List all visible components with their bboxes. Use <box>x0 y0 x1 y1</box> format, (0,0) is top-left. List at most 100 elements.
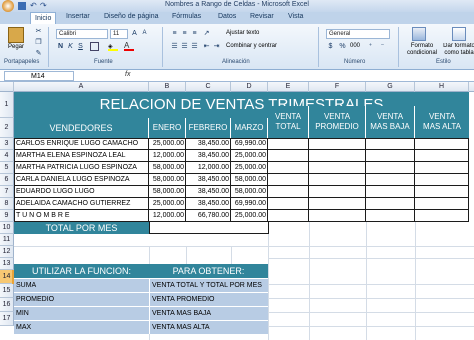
header-venta-baja[interactable]: VENTA MAS BAJA <box>366 106 415 138</box>
bold-button[interactable]: N <box>56 42 65 51</box>
paste-icon[interactable] <box>8 27 24 43</box>
format-painter-icon[interactable]: ✎ <box>34 49 43 58</box>
tab-diseno-pagina[interactable]: Diseño de página <box>104 13 159 20</box>
column-header-b[interactable]: B <box>149 82 186 92</box>
sales-feb[interactable]: 38,450.00 <box>186 138 231 150</box>
sales-mar[interactable]: 25,000.00 <box>231 150 268 162</box>
result-cell[interactable] <box>415 174 469 186</box>
sales-feb[interactable]: 38,450.00 <box>186 186 231 198</box>
column-header-h[interactable]: H <box>415 82 469 92</box>
vendor-name[interactable]: MARTHA ELENA ESPINOZA LEAL <box>14 150 149 162</box>
undo-icon[interactable]: ↶ <box>30 1 37 10</box>
borders-icon[interactable] <box>90 42 99 51</box>
result-cell[interactable] <box>415 162 469 174</box>
formula-input[interactable] <box>138 71 472 81</box>
util-label[interactable]: UTILIZAR LA FUNCION: <box>14 264 149 278</box>
sales-ene[interactable]: 58,000.00 <box>149 162 186 174</box>
align-bottom-icon[interactable]: ≡ <box>190 29 199 38</box>
row-header-4[interactable]: 4 <box>0 150 14 162</box>
sales-mar[interactable]: 69,990.00 <box>231 198 268 210</box>
office-button[interactable] <box>2 0 14 12</box>
name-box[interactable]: M14 <box>4 71 74 81</box>
vendor-name[interactable]: ADELAIDA CAMACHO GUTIERREZ <box>14 198 149 210</box>
result-cell[interactable] <box>309 162 366 174</box>
total-label[interactable]: TOTAL POR MES <box>14 222 149 234</box>
row-header-15[interactable]: 15 <box>0 284 14 298</box>
function-name[interactable]: PROMEDIO <box>14 292 149 306</box>
result-cell[interactable] <box>309 210 366 222</box>
column-header-f[interactable]: F <box>309 82 366 92</box>
row-header-8[interactable]: 8 <box>0 198 14 210</box>
sales-mar[interactable]: 58,000.00 <box>231 186 268 198</box>
fill-color-icon[interactable]: ◈ <box>108 43 118 51</box>
row-header-7[interactable]: 7 <box>0 186 14 198</box>
table-format-button[interactable]: Dar formato como tabla <box>442 43 474 57</box>
increase-decimal-icon[interactable]: ⁺ <box>366 42 375 51</box>
font-name-select[interactable]: Calibri <box>56 29 108 39</box>
result-cell[interactable] <box>415 198 469 210</box>
result-cell[interactable] <box>268 198 309 210</box>
vendor-name[interactable]: T U N O M B R E <box>14 210 149 222</box>
result-cell[interactable] <box>366 186 415 198</box>
function-name[interactable]: MIN <box>14 306 149 320</box>
sales-feb[interactable]: 12,000.00 <box>186 162 231 174</box>
vendor-name[interactable]: CARLOS ENRIQUE LUGO CAMACHO <box>14 138 149 150</box>
row-header-11[interactable]: 11 <box>0 234 14 246</box>
header-marzo[interactable]: MARZO <box>231 118 268 138</box>
result-cell[interactable] <box>415 186 469 198</box>
tab-vista[interactable]: Vista <box>288 13 303 20</box>
result-cell[interactable] <box>366 162 415 174</box>
column-header-e[interactable]: E <box>268 82 309 92</box>
result-cell[interactable] <box>309 198 366 210</box>
decrease-indent-icon[interactable]: ⇤ <box>202 42 211 51</box>
increase-indent-icon[interactable]: ⇥ <box>212 42 221 51</box>
sales-mar[interactable]: 58,000.00 <box>231 174 268 186</box>
tab-inicio[interactable]: Inicio <box>30 12 57 24</box>
result-cell[interactable] <box>268 150 309 162</box>
table-format-icon[interactable] <box>452 27 466 41</box>
function-name[interactable]: SUMA <box>14 278 149 292</box>
paste-label[interactable]: Pegar <box>8 44 24 50</box>
save-icon[interactable] <box>18 2 26 10</box>
header-enero[interactable]: ENERO <box>149 118 186 138</box>
function-purpose[interactable]: VENTA PROMEDIO <box>149 292 268 306</box>
row-header-12[interactable]: 12 <box>0 246 14 258</box>
percent-button[interactable]: % <box>338 42 347 51</box>
result-cell[interactable] <box>268 210 309 222</box>
row-header-3[interactable]: 3 <box>0 138 14 150</box>
row-header-13[interactable]: 13 <box>0 258 14 270</box>
result-cell[interactable] <box>366 210 415 222</box>
redo-icon[interactable]: ↷ <box>40 1 47 10</box>
result-cell[interactable] <box>268 138 309 150</box>
header-vendedores[interactable]: VENDEDORES <box>14 118 149 138</box>
sales-feb[interactable]: 38,450.00 <box>186 198 231 210</box>
select-all-corner[interactable] <box>0 82 14 92</box>
tab-revisar[interactable]: Revisar <box>250 13 274 20</box>
row-header-17[interactable]: 17 <box>0 312 14 326</box>
result-cell[interactable] <box>309 186 366 198</box>
column-header-d[interactable]: D <box>231 82 268 92</box>
conditional-format-icon[interactable] <box>412 27 426 41</box>
sales-feb[interactable]: 66,780.00 <box>186 210 231 222</box>
copy-icon[interactable]: ❐ <box>34 38 43 47</box>
function-purpose[interactable]: VENTA MAS BAJA <box>149 306 268 320</box>
italic-button[interactable]: K <box>66 42 75 51</box>
function-purpose[interactable]: VENTA MAS ALTA <box>149 320 268 334</box>
fx-icon[interactable]: fx <box>125 71 130 78</box>
result-cell[interactable] <box>268 186 309 198</box>
sales-mar[interactable]: 69,990.00 <box>231 138 268 150</box>
function-purpose[interactable]: VENTA TOTAL Y TOTAL POR MES <box>149 278 268 292</box>
row-header-9[interactable]: 9 <box>0 210 14 222</box>
sales-ene[interactable]: 58,000.00 <box>149 174 186 186</box>
tab-insertar[interactable]: Insertar <box>66 13 90 20</box>
column-header-a[interactable]: A <box>14 82 149 92</box>
align-top-icon[interactable]: ≡ <box>170 29 179 38</box>
result-cell[interactable] <box>415 210 469 222</box>
result-cell[interactable] <box>268 174 309 186</box>
column-header-c[interactable]: C <box>186 82 231 92</box>
currency-icon[interactable]: $ <box>326 42 335 51</box>
result-cell[interactable] <box>366 150 415 162</box>
sales-feb[interactable]: 38,450.00 <box>186 150 231 162</box>
row-header-10[interactable]: 10 <box>0 222 14 234</box>
align-center-icon[interactable]: ☰ <box>180 42 189 51</box>
